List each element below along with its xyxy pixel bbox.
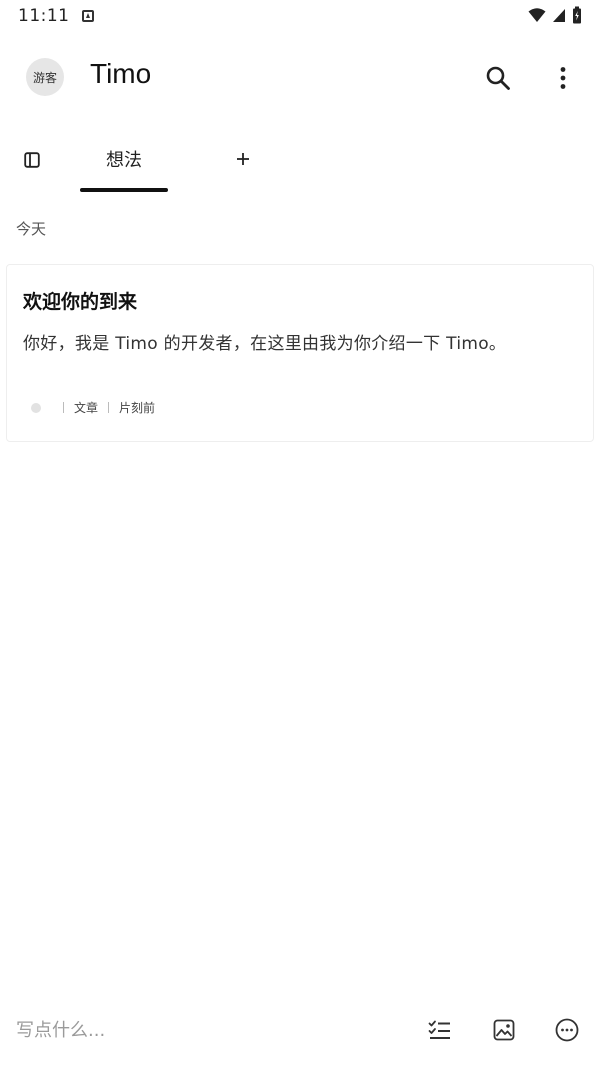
avatar[interactable]: 游客 (26, 58, 64, 96)
wifi-icon (528, 8, 546, 22)
compose-input[interactable] (16, 1014, 396, 1046)
status-bar: 11:11 (0, 0, 600, 32)
note-status-dot (31, 402, 41, 413)
search-icon (486, 66, 510, 90)
tab-ideas[interactable]: 想法 (80, 134, 168, 194)
note-title: 欢迎你的到来 (23, 291, 138, 313)
more-actions-button[interactable] (553, 1016, 581, 1044)
more-options-button[interactable] (545, 60, 581, 96)
section-date-label: 今天 (16, 220, 47, 238)
tab-active-indicator (80, 188, 168, 192)
sidebar-toggle-icon (24, 152, 40, 168)
insert-image-button[interactable] (490, 1016, 518, 1044)
checklist-button[interactable] (426, 1016, 454, 1044)
note-type: 文章 (74, 401, 99, 415)
image-icon (493, 1019, 515, 1041)
battery-icon (573, 6, 581, 24)
tab-row: 想法 (0, 134, 600, 198)
compose-bar (0, 1000, 600, 1060)
add-tab-button[interactable] (230, 146, 256, 172)
app-bar: 游客 Timo (0, 40, 600, 116)
note-body: 你好，我是 Timo 的开发者，在这里由我为你介绍一下 Timo。 (23, 334, 507, 354)
app-title: Timo (90, 58, 152, 89)
status-icons (528, 6, 582, 24)
more-vert-icon (560, 67, 566, 89)
status-time: 11:11 (18, 6, 70, 26)
tab-label: 想法 (106, 150, 142, 171)
search-button[interactable] (480, 60, 516, 96)
checklist-icon (428, 1020, 450, 1039)
sidebar-toggle-button[interactable] (20, 148, 44, 172)
note-card[interactable]: 欢迎你的到来 你好，我是 Timo 的开发者，在这里由我为你介绍一下 Timo。… (6, 264, 594, 442)
more-horiz-circle-icon (555, 1018, 579, 1042)
meta-divider (63, 402, 64, 413)
note-time: 片刻前 (119, 401, 156, 415)
cellular-signal-icon (553, 9, 565, 22)
plus-icon (237, 153, 249, 165)
meta-divider (108, 402, 110, 413)
notification-app-icon (81, 10, 94, 22)
note-meta: 文章 片刻前 (31, 399, 155, 416)
